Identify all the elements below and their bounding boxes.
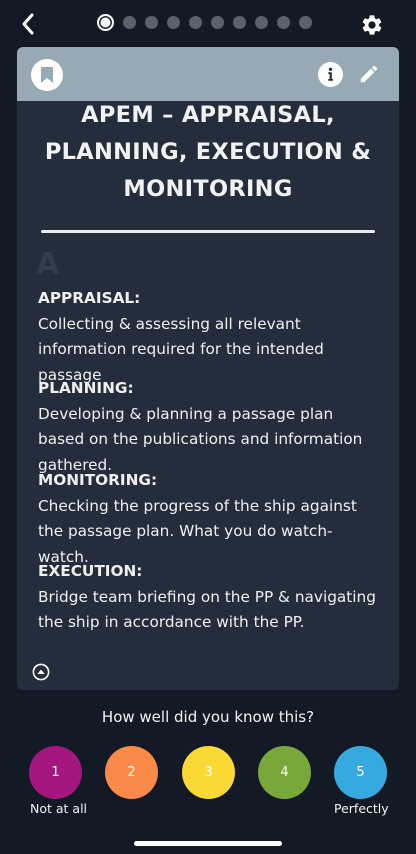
rating-question: How well did you know this?	[101, 708, 315, 726]
page-dot-3[interactable]	[145, 16, 158, 29]
edit-button[interactable]	[357, 62, 381, 86]
section-monitoring: MONITORING: Checking the progress of the…	[38, 468, 383, 570]
rating-label: 4	[280, 765, 289, 780]
section-appraisal: APPRAISAL: Collecting & assessing all re…	[38, 286, 383, 388]
page-dot-4[interactable]	[167, 16, 180, 29]
section-body: Bridge team briefing on the PP & navigat…	[38, 587, 376, 632]
section-heading: APPRAISAL:	[38, 289, 141, 307]
page-dot-8[interactable]	[255, 16, 268, 29]
section-heading: PLANNING:	[38, 379, 134, 397]
bookmark-button[interactable]	[31, 59, 63, 91]
page-dot-1[interactable]	[97, 14, 114, 31]
card-header	[17, 47, 399, 101]
rating-label: 3	[204, 765, 213, 780]
section-execution: EXECUTION: Bridge team briefing on the P…	[38, 559, 383, 636]
flashcard-screen: APEM – APPRAISAL, PLANNING, EXECUTION & …	[0, 0, 416, 854]
rating-caption-high: Perfectly	[334, 801, 389, 816]
card-title: APEM – APPRAISAL, PLANNING, EXECUTION & …	[44, 102, 372, 202]
section-heading: MONITORING:	[38, 471, 158, 489]
bookmark-icon	[41, 67, 53, 83]
page-dot-6[interactable]	[211, 16, 224, 29]
rating-button-2[interactable]: 2	[105, 746, 158, 799]
info-button[interactable]	[318, 62, 343, 87]
section-body: Developing & planning a passage plan bas…	[38, 404, 363, 474]
rating-button-1[interactable]: 1	[29, 746, 82, 799]
page-dot-7[interactable]	[233, 16, 246, 29]
chevron-up-circle-icon	[32, 663, 50, 681]
title-divider	[41, 230, 375, 233]
page-dot-2[interactable]	[123, 16, 136, 29]
settings-button[interactable]	[358, 11, 386, 39]
section-planning: PLANNING: Developing & planning a passag…	[38, 376, 383, 478]
rating-button-5[interactable]: 5	[334, 746, 387, 799]
section-heading: EXECUTION:	[38, 562, 143, 580]
rating-caption-low: Not at all	[30, 801, 88, 816]
page-dot-9[interactable]	[277, 16, 290, 29]
watermark-letter: A	[36, 247, 60, 282]
gear-icon	[362, 15, 382, 35]
rating-button-4[interactable]: 4	[258, 746, 311, 799]
home-indicator[interactable]	[134, 841, 282, 846]
top-bar	[0, 0, 416, 48]
back-button[interactable]	[14, 10, 42, 38]
page-dot-5[interactable]	[189, 16, 202, 29]
info-icon	[328, 67, 333, 81]
rating-button-3[interactable]: 3	[182, 746, 235, 799]
rating-label: 1	[51, 765, 60, 780]
card-pagination	[97, 14, 312, 31]
rating-label: 5	[356, 765, 365, 780]
chevron-left-icon	[22, 13, 34, 35]
collapse-button[interactable]	[32, 663, 50, 681]
rating-label: 2	[127, 765, 136, 780]
flashcard: APEM – APPRAISAL, PLANNING, EXECUTION & …	[17, 47, 399, 690]
page-dot-10[interactable]	[299, 16, 312, 29]
pencil-icon	[360, 65, 378, 83]
